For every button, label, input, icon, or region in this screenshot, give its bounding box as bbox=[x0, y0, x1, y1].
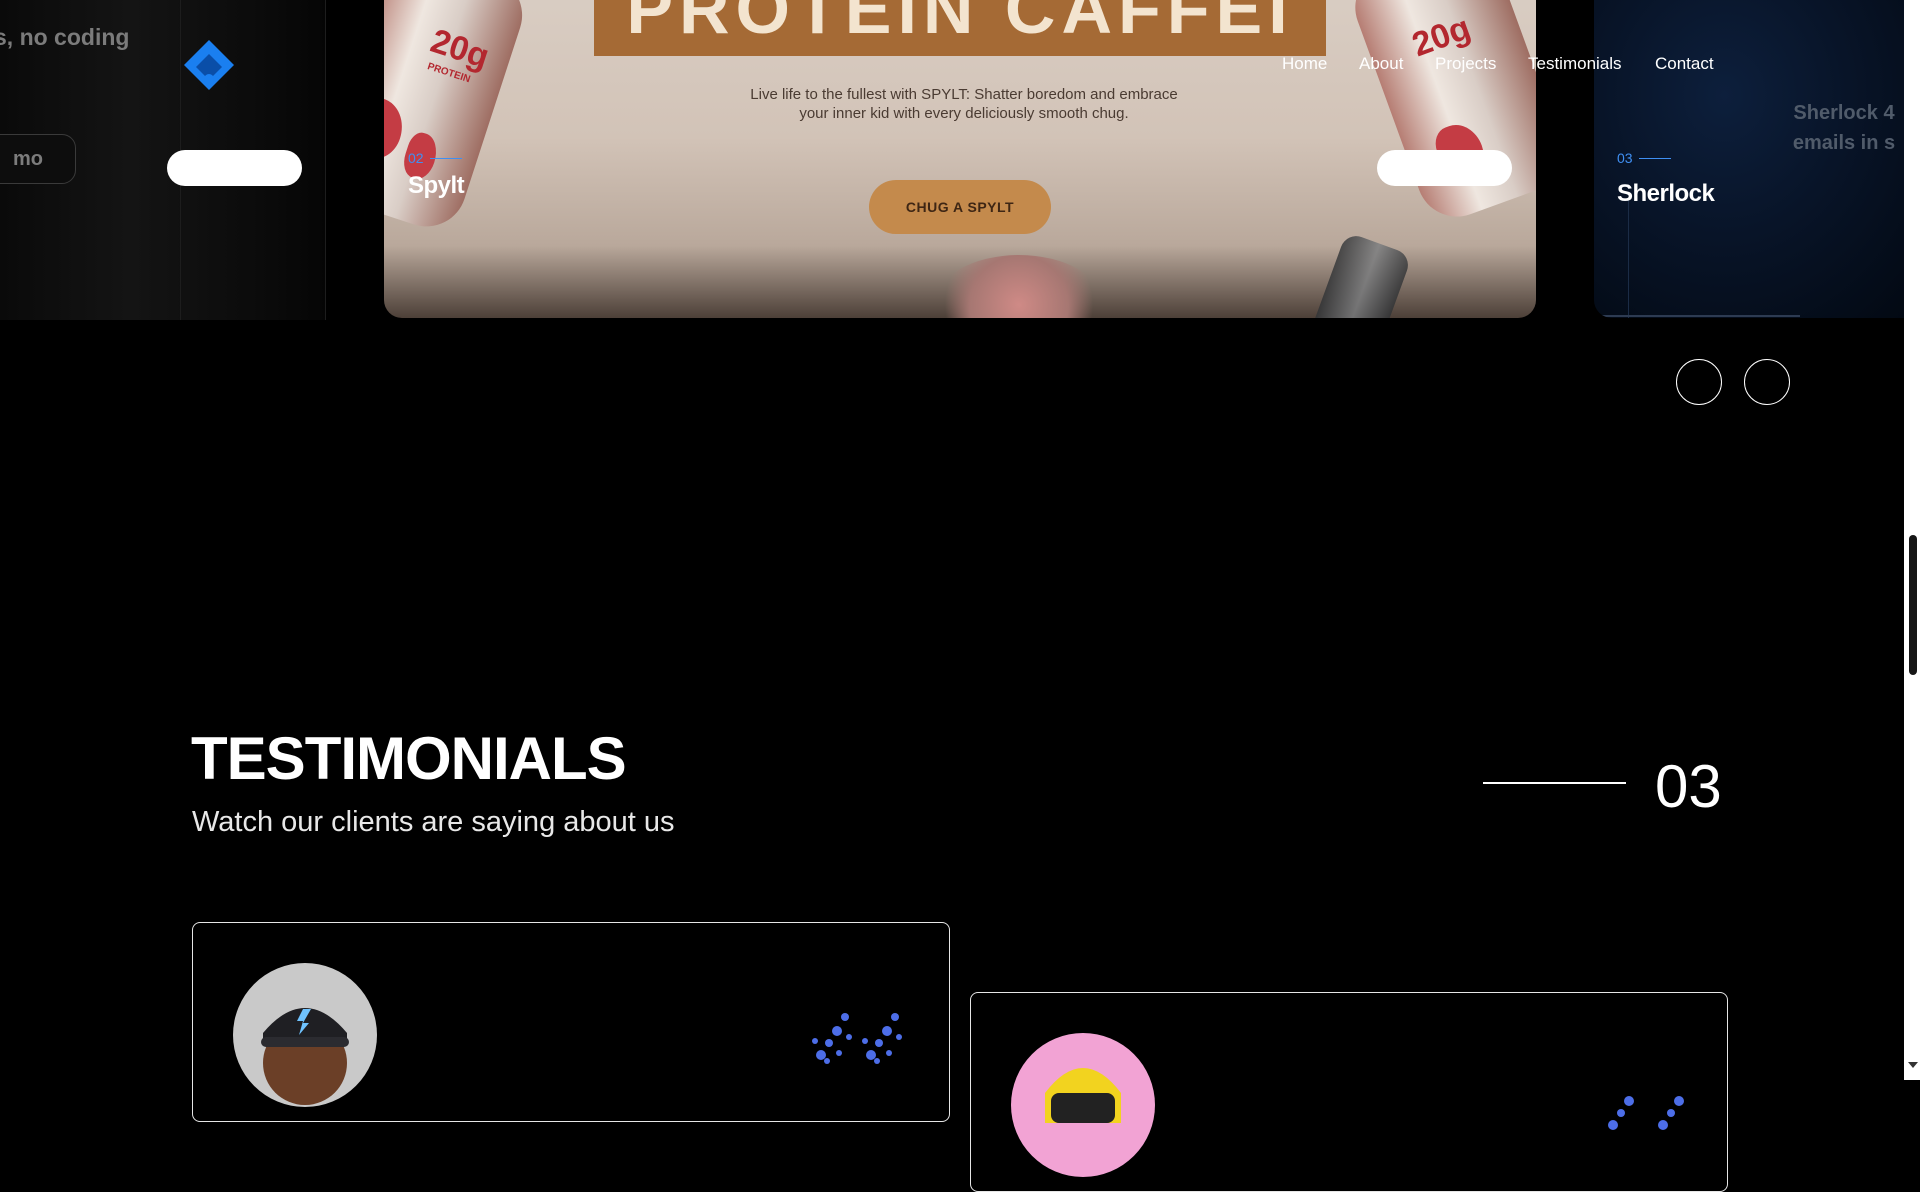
quote-dots-icon bbox=[812, 1013, 902, 1064]
chug-a-spylt-button[interactable]: CHUG A SPYLT bbox=[869, 180, 1051, 234]
nav-contact[interactable]: Contact bbox=[1655, 54, 1714, 74]
nav-testimonials[interactable]: Testimonials bbox=[1528, 54, 1622, 74]
project-slide-sherlock[interactable]: Sherlock 4 emails in s 03 Sherlock bbox=[1594, 0, 1920, 318]
slide-number: 02 bbox=[408, 150, 462, 168]
can-image-right: 20g bbox=[1344, 0, 1536, 228]
demo-button[interactable]: mo bbox=[0, 134, 76, 184]
project-slide-spylt[interactable]: PROTEIN CAFFEI 20g PROTEIN 20g Live life… bbox=[384, 0, 1536, 318]
slide-title: Sherlock bbox=[1617, 180, 1715, 207]
carousel-prev-button[interactable] bbox=[1676, 359, 1722, 405]
testimonial-card bbox=[192, 922, 950, 1122]
section-subtitle: Watch our clients are saying about us bbox=[192, 806, 675, 838]
divider bbox=[325, 0, 326, 320]
diamond-logo-icon[interactable] bbox=[184, 40, 234, 90]
section-title: TESTIMONIALS bbox=[191, 725, 627, 792]
bottle-image bbox=[1305, 231, 1413, 318]
nav-home[interactable]: Home bbox=[1282, 54, 1327, 74]
slide-link-button[interactable] bbox=[1377, 150, 1512, 186]
can-image-left: 20g PROTEIN bbox=[384, 0, 533, 237]
section-number: 03 bbox=[1655, 753, 1722, 820]
avatar-yellow-helmet-icon bbox=[1011, 1033, 1155, 1177]
carousel-next-button[interactable] bbox=[1744, 359, 1790, 405]
product-banner: PROTEIN CAFFEI bbox=[594, 0, 1326, 56]
slide-title: Spylt bbox=[408, 172, 465, 199]
divider bbox=[1594, 315, 1800, 317]
slide-ghost-text: Sherlock 4 emails in s bbox=[1792, 102, 1896, 154]
nav-projects[interactable]: Projects bbox=[1435, 54, 1496, 74]
number-line bbox=[1638, 158, 1671, 160]
nav-about[interactable]: About bbox=[1359, 54, 1403, 74]
slide-link-button[interactable] bbox=[167, 150, 302, 186]
avatar-man-cap-icon bbox=[233, 963, 377, 1107]
quote-dots-icon bbox=[1608, 1096, 1684, 1130]
divider bbox=[1628, 200, 1629, 318]
slide-number: 03 bbox=[1617, 150, 1671, 168]
scroll-down-icon[interactable] bbox=[1908, 1062, 1918, 1068]
scrollbar-thumb[interactable] bbox=[1909, 535, 1917, 675]
number-line bbox=[429, 158, 462, 160]
slide-description: Live life to the fullest with SPYLT: Sha… bbox=[750, 86, 1178, 122]
section-divider bbox=[1483, 782, 1626, 784]
splash-image bbox=[934, 255, 1104, 318]
testimonial-card bbox=[970, 992, 1728, 1192]
slide-tagline: s, no coding bbox=[0, 24, 130, 50]
